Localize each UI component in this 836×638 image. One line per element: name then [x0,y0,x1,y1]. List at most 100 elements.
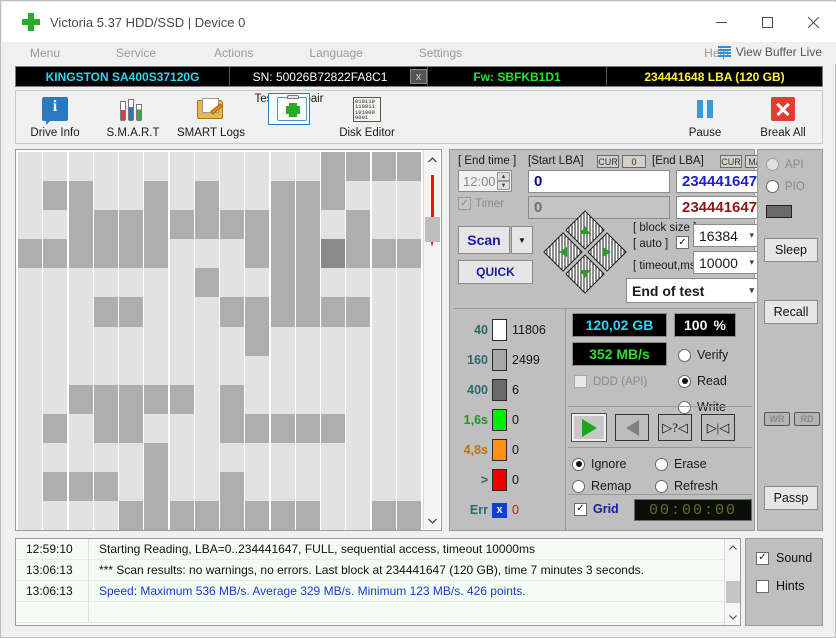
menu-item-actions[interactable]: Actions [208,44,259,62]
api-radio[interactable] [766,158,779,171]
maximize-icon[interactable] [744,2,790,42]
stepper-buttons[interactable]: ▲ ▼ [497,172,510,190]
stepper-up-icon[interactable]: ▲ [497,172,510,181]
remap-radio[interactable] [572,479,585,493]
scan-map-cell [194,152,219,182]
minimize-icon[interactable] [698,2,744,42]
scan-map-row [18,413,422,443]
log-scrollbar-thumb[interactable] [726,581,740,603]
rewind-icon[interactable] [615,414,649,441]
scrollbar-thumb[interactable] [425,217,440,242]
skip-end-icon[interactable]: ▷|◁ [701,414,735,441]
scan-map-cell [194,268,219,298]
break-all-button[interactable]: Break All [744,91,822,143]
ddd-api-checkbox-group[interactable]: DDD (API) [574,375,647,388]
hints-checkbox[interactable] [756,579,769,593]
start-lba-input[interactable]: 0 [528,170,670,193]
scan-map-grid[interactable] [18,152,422,530]
start-lba-secondary-input[interactable]: 0 [528,196,670,219]
erase-radio-row[interactable]: Erase [655,453,738,475]
hints-checkbox-group[interactable]: Hints [756,579,804,593]
end-lba-cur-button[interactable]: CUR [720,155,742,168]
chevron-up-icon[interactable] [725,539,741,555]
write-radio[interactable] [678,400,691,414]
smart-logs-label: SMART Logs [177,127,245,139]
recall-button[interactable]: Recall [764,300,818,324]
passport-button[interactable]: Passp [764,486,818,510]
api-radio-row[interactable]: API [766,158,804,171]
scan-map-cell [220,210,245,240]
smart-logs-button[interactable]: SMART Logs [172,91,250,143]
sound-checkbox-group[interactable]: ✓ Sound [756,551,812,565]
test-and-repair-button[interactable]: Test & Repair [250,91,328,143]
menu-item-language[interactable]: Language [303,44,368,62]
grid-checkbox-group[interactable]: ✓ Grid [574,502,619,516]
scan-map-cell [43,326,68,356]
scan-map-scrollbar[interactable] [423,151,440,529]
start-lba-zero-button[interactable]: 0 [622,155,646,168]
question-jump-icon[interactable]: ▷?◁ [658,414,692,441]
smart-button[interactable]: S.M.A.R.T [94,91,172,143]
read-radio-row[interactable]: Read [678,368,728,394]
scan-map-cell [346,501,371,530]
operation-mode-radio-group: Verify Read Write [678,342,728,420]
pio-radio-row[interactable]: PIO [766,180,805,193]
write-label: Write [697,400,726,414]
quick-scan-button[interactable]: QUICK [458,260,533,284]
drive-info-button[interactable]: Drive Info [16,91,94,143]
scan-map-cell [245,501,270,530]
menu-item-service[interactable]: Service [110,44,162,62]
chevron-down-icon[interactable] [725,609,741,625]
right-rail-panel: API PIO Sleep Recall WR RD Passp [757,149,823,531]
legend-row: 4,8s 0 [456,435,561,465]
sound-checkbox[interactable]: ✓ [756,551,769,565]
auto-checkbox[interactable]: ✓ [676,236,689,249]
disk-editor-label: Disk Editor [339,127,395,139]
scan-map-cell [18,472,43,502]
pause-button[interactable]: Pause [666,91,744,143]
sleep-button[interactable]: Sleep [764,238,818,262]
close-icon[interactable] [790,2,836,42]
scan-map-cell [93,501,118,530]
rd-indicator: RD [794,412,820,426]
scan-map-cell [270,181,295,211]
refresh-radio[interactable] [655,479,668,493]
scan-map-cell [270,501,295,530]
disk-editor-button[interactable]: 010110 110011 101000 0001 Disk Editor [328,91,406,143]
verify-radio[interactable] [678,348,691,362]
timer-checkbox[interactable]: ✓ [458,197,471,210]
menu-item-settings[interactable]: Settings [413,44,468,62]
read-radio[interactable] [678,374,691,388]
defect-action-radio-group: Ignore Erase Remap Refresh [572,453,747,497]
ignore-radio[interactable] [572,457,585,471]
scan-map-cell [68,472,93,502]
legend-count: 0 [512,413,519,427]
ddd-api-checkbox[interactable] [574,375,587,388]
view-buffer-live-button[interactable]: View Buffer Live [717,45,822,59]
chevron-down-icon[interactable] [424,512,441,529]
legend-color-swatch [492,379,507,401]
pio-radio[interactable] [766,180,779,193]
clear-device-button[interactable]: x [410,69,427,84]
erase-radio[interactable] [655,457,668,471]
toolbar-right-group: Pause Break All [666,91,822,143]
scan-button[interactable]: Scan [458,226,510,254]
verify-radio-row[interactable]: Verify [678,342,728,368]
timeout-select[interactable]: 10000 ▾ [693,251,760,274]
scan-map-cell [93,355,118,385]
grid-checkbox[interactable]: ✓ [574,502,587,516]
start-lba-cur-button[interactable]: CUR [597,155,619,168]
play-icon[interactable] [571,413,607,442]
log-scrollbar[interactable] [724,539,740,625]
end-time-stepper[interactable]: 12:00 ▲ ▼ [458,170,512,192]
scan-map-cell [396,413,421,443]
scan-map-cell [18,442,43,473]
timer-checkbox-group[interactable]: ✓ Timer [458,197,504,210]
menu-item-menu[interactable]: Menu [24,44,66,62]
chevron-down-icon[interactable]: ▼ [511,226,533,254]
end-of-test-select[interactable]: End of test ▾ [626,278,760,303]
chevron-up-icon[interactable] [424,151,441,168]
block-size-select[interactable]: 16384 ▾ [693,224,760,247]
stepper-down-icon[interactable]: ▼ [497,181,510,190]
ignore-radio-row[interactable]: Ignore [572,453,655,475]
